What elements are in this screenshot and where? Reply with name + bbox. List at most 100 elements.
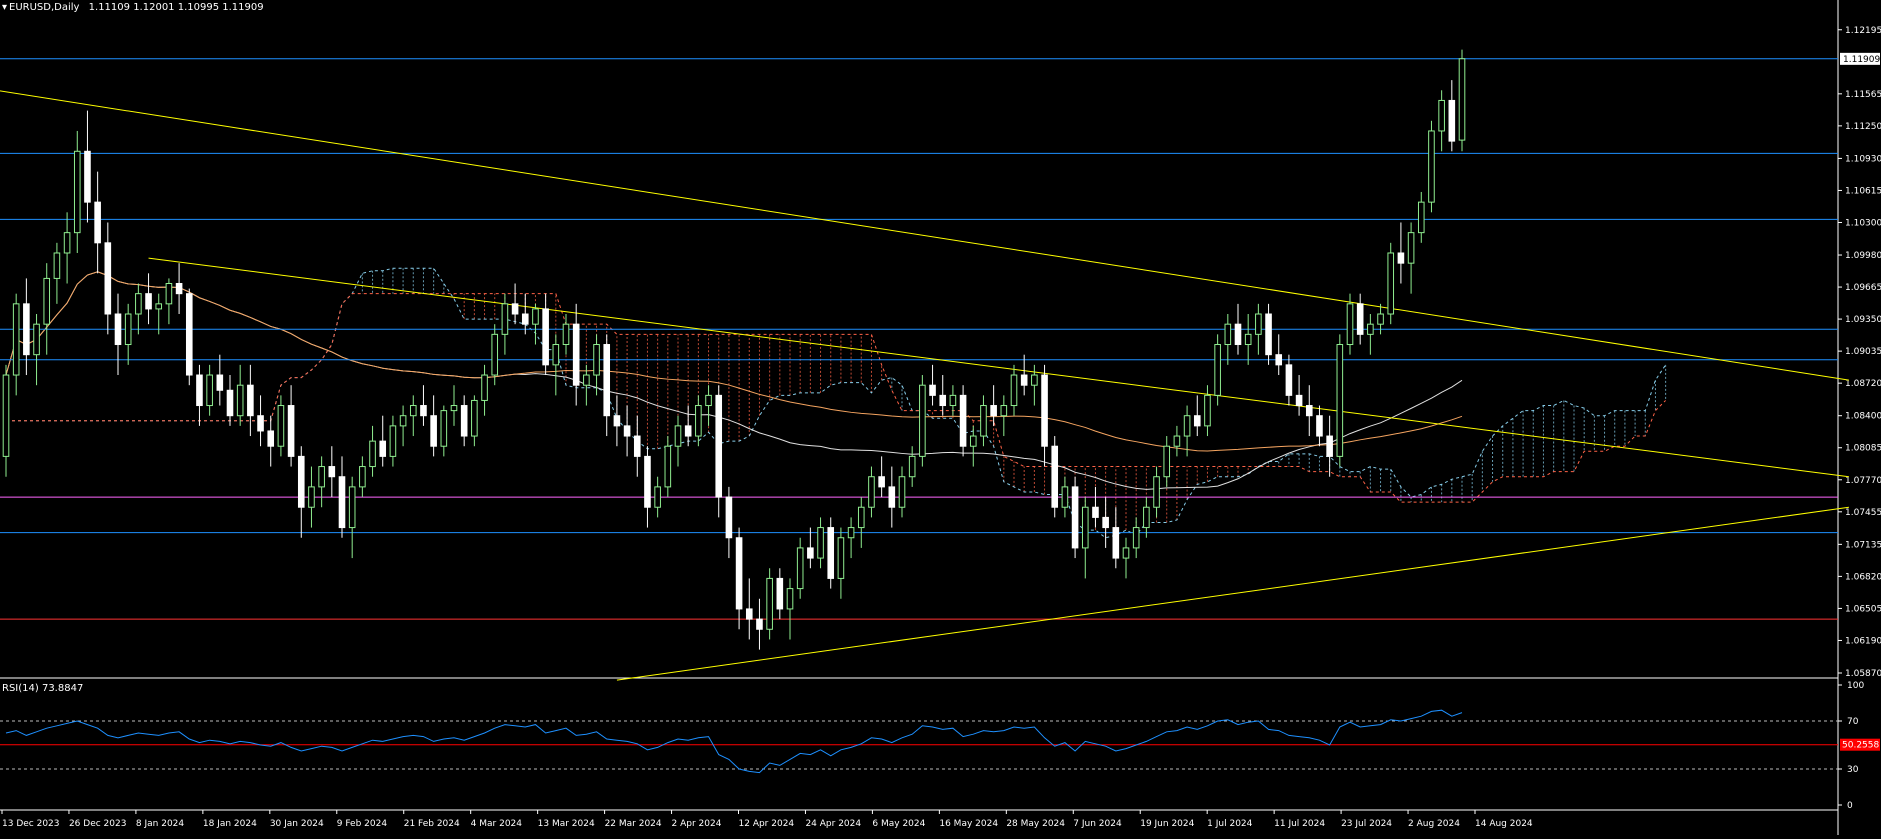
candle-body xyxy=(521,313,529,325)
candle-body xyxy=(1061,486,1069,508)
candle-body xyxy=(1356,303,1364,335)
rsi-header: RSI(14) 73.8847 xyxy=(2,683,83,694)
ascending-trendline-lower xyxy=(616,506,1849,681)
candle-body xyxy=(593,344,600,376)
candle-body xyxy=(572,323,580,386)
candle-body xyxy=(898,476,906,508)
candle-body xyxy=(654,486,661,508)
date-tick-label: 24 Apr 2024 xyxy=(805,819,861,829)
candle-body xyxy=(888,486,896,508)
dropdown-arrow-icon[interactable]: ▾ xyxy=(2,2,7,13)
candle-body xyxy=(674,425,682,447)
candle-body xyxy=(389,425,397,457)
candle-body xyxy=(73,150,81,234)
candle-body xyxy=(1173,435,1181,447)
rsi-tick-label: 50.2558 xyxy=(1842,741,1879,751)
candle-body xyxy=(919,384,926,457)
candle-body xyxy=(695,405,702,437)
candle-body xyxy=(725,496,733,539)
candle-body xyxy=(460,405,468,437)
candle-body xyxy=(420,405,427,417)
price-tick-label: 1.08085 xyxy=(1845,444,1881,454)
candle-body xyxy=(216,374,224,391)
candle-body xyxy=(552,344,560,366)
candle-body xyxy=(124,313,132,346)
candle-body xyxy=(267,430,275,447)
candle-body xyxy=(1153,476,1160,508)
candle-body xyxy=(1407,232,1415,264)
candle-body xyxy=(175,282,183,295)
candle-body xyxy=(206,374,213,407)
candle-body xyxy=(908,455,916,478)
candle-body xyxy=(308,486,315,508)
rsi-line xyxy=(5,709,1463,774)
date-tick-label: 2 Aug 2024 xyxy=(1408,819,1460,829)
rsi-tick-label: 100 xyxy=(1847,681,1864,691)
candle-body xyxy=(1316,415,1323,437)
moving-average-slow xyxy=(5,271,1463,452)
candle-body xyxy=(1336,344,1344,457)
date-tick-label: 13 Mar 2024 xyxy=(538,819,595,829)
candle-body xyxy=(1346,303,1354,346)
candle-body xyxy=(613,415,621,427)
price-tick-label: 1.09980 xyxy=(1845,251,1881,261)
candle-body xyxy=(1428,130,1435,203)
candle-body xyxy=(1092,506,1099,518)
candle-body xyxy=(1010,374,1018,407)
symbol-label: EURUSD,Daily xyxy=(9,2,80,13)
candle-body xyxy=(379,440,387,457)
candle-body xyxy=(318,466,325,488)
candle-body xyxy=(297,455,305,508)
chart-canvas[interactable]: 1.12195 1.11565 1.11250 1.10930 1.10615 1.103… xyxy=(0,0,1881,835)
candle-body xyxy=(766,577,773,630)
candle-body xyxy=(969,435,977,447)
date-tick-label: 23 Jul 2024 xyxy=(1341,819,1392,829)
candle-body xyxy=(94,201,101,244)
candle-body xyxy=(1193,415,1201,427)
candle-body xyxy=(1244,333,1252,346)
candle-body xyxy=(1377,313,1384,325)
candle-body xyxy=(786,588,794,610)
date-tick-label: 30 Jan 2024 xyxy=(270,819,324,829)
candle-body xyxy=(409,405,417,417)
candle-body xyxy=(348,486,356,529)
ohlc-label: 1.11109 1.12001 1.10995 1.11909 xyxy=(88,2,264,13)
price-tick-label: 1.05870 xyxy=(1845,669,1881,679)
candle-body xyxy=(1234,323,1242,346)
date-tick-label: 6 May 2024 xyxy=(872,819,925,829)
price-tick-label: 1.09665 xyxy=(1845,283,1881,293)
candle-body xyxy=(684,425,692,437)
trading-chart[interactable]: 1.12195 1.11565 1.11250 1.10930 1.10615 1.103… xyxy=(0,0,1881,835)
candle-body xyxy=(1132,527,1140,549)
price-tick-label: 1.07770 xyxy=(1845,476,1881,486)
price-tick-label: 1.06820 xyxy=(1845,572,1881,582)
candle-body xyxy=(481,374,488,401)
candle-body xyxy=(511,303,519,315)
candle-body xyxy=(33,323,40,356)
date-tick-label: 21 Feb 2024 xyxy=(404,819,460,829)
candle-body xyxy=(857,506,865,529)
candle-body xyxy=(1305,405,1313,417)
candle-body xyxy=(542,308,549,366)
candle-body xyxy=(12,303,20,376)
current-price-label: 1.11909 xyxy=(1843,55,1880,65)
date-tick-label: 11 Jul 2024 xyxy=(1274,819,1325,829)
candle-body xyxy=(1041,374,1048,447)
candle-body xyxy=(287,405,295,457)
price-tick-label: 1.08400 xyxy=(1845,412,1881,422)
candle-body xyxy=(491,333,499,376)
candle-body xyxy=(165,282,173,305)
candle-body xyxy=(247,384,254,417)
candle-body xyxy=(532,308,539,325)
candle-body xyxy=(1417,201,1425,234)
candle-body xyxy=(959,394,967,447)
candle-body xyxy=(664,445,672,488)
rsi-tick-label: 0 xyxy=(1847,801,1853,811)
candle-body xyxy=(827,527,835,579)
rsi-tick-label: 70 xyxy=(1847,717,1859,727)
candle-body xyxy=(1031,374,1038,386)
rsi-tick-label: 30 xyxy=(1847,765,1859,775)
candle-body xyxy=(23,303,30,356)
candle-body xyxy=(450,405,458,412)
candle-body xyxy=(185,293,193,376)
